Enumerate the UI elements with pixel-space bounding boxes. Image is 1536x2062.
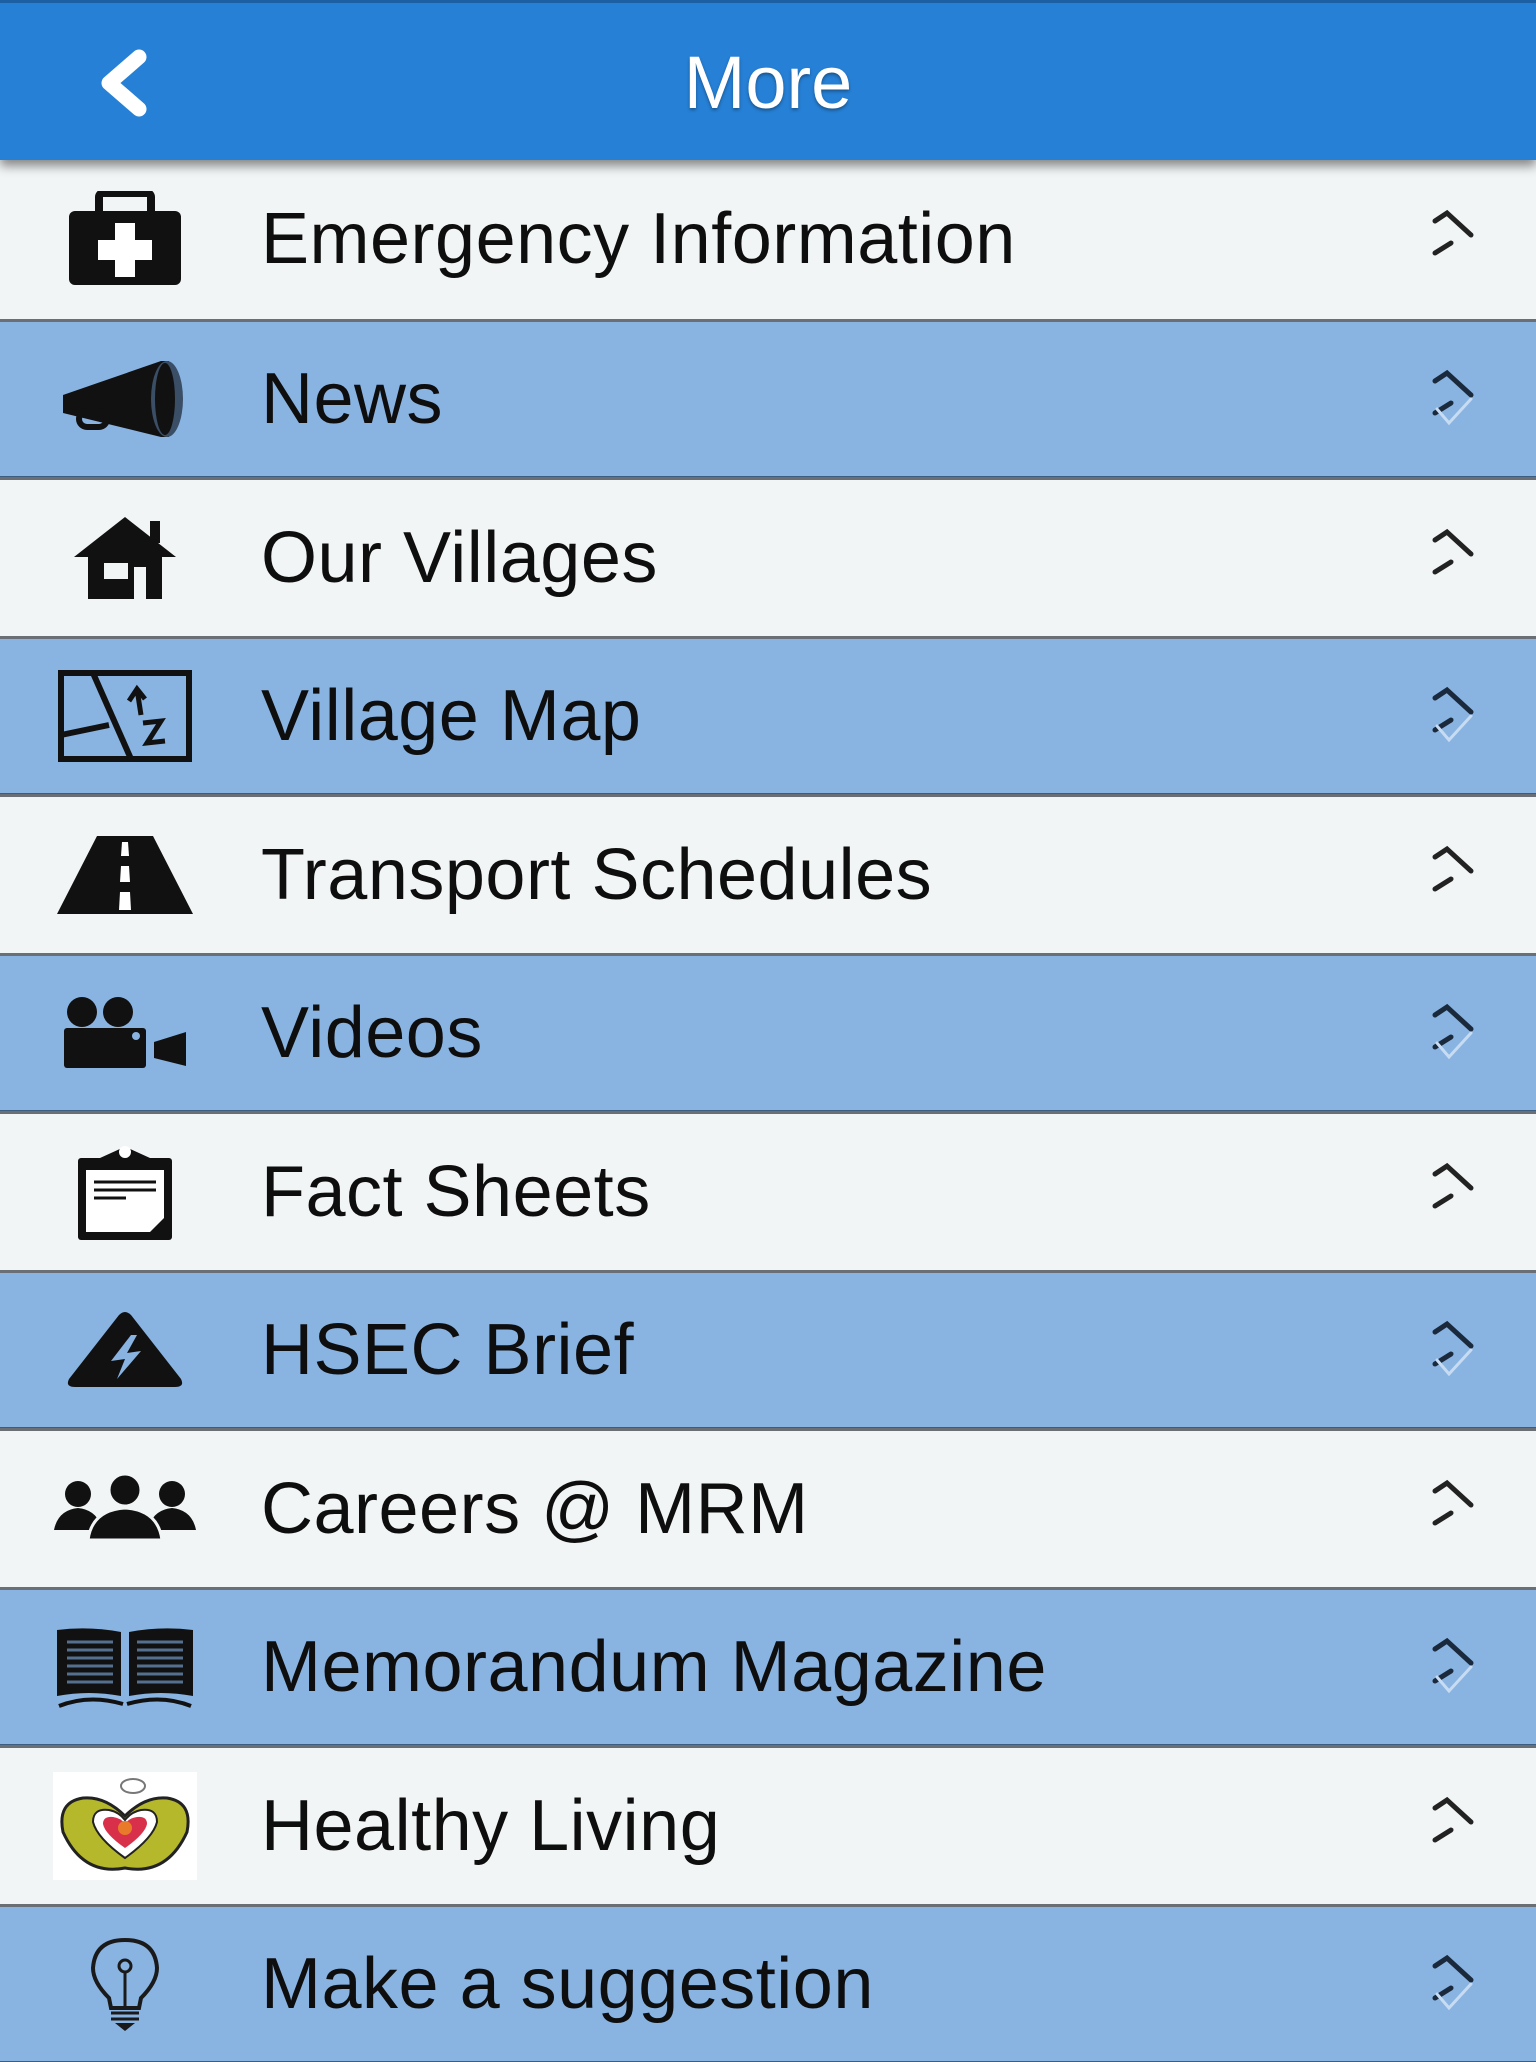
- menu-item-news[interactable]: News: [0, 319, 1536, 478]
- menu-item-label: Emergency Information: [261, 198, 1016, 280]
- menu-item-label: Memorandum Magazine: [261, 1626, 1047, 1708]
- open-book-icon: [50, 1607, 200, 1727]
- chevron-right-icon: [1425, 686, 1481, 746]
- menu-item-make-a-suggestion[interactable]: Make a suggestion: [0, 1904, 1536, 2062]
- menu-list: Emergency Information News: [0, 160, 1536, 2062]
- menu-item-fact-sheets[interactable]: Fact Sheets: [0, 1111, 1536, 1270]
- menu-item-our-villages[interactable]: Our Villages: [0, 477, 1536, 636]
- menu-item-careers[interactable]: Careers @ MRM: [0, 1428, 1536, 1587]
- first-aid-kit-icon: [50, 179, 200, 299]
- chevron-right-icon: [1425, 1954, 1481, 2014]
- menu-item-memorandum-magazine[interactable]: Memorandum Magazine: [0, 1587, 1536, 1746]
- menu-item-village-map[interactable]: Village Map: [0, 636, 1536, 795]
- clipboard-icon: [50, 1132, 200, 1252]
- video-camera-icon: [50, 973, 200, 1093]
- road-icon: [50, 815, 200, 935]
- menu-item-label: Transport Schedules: [261, 834, 932, 916]
- menu-item-emergency-information[interactable]: Emergency Information: [0, 160, 1536, 319]
- chevron-right-icon: [1425, 1796, 1481, 1856]
- menu-item-label: Fact Sheets: [261, 1151, 651, 1233]
- page-title: More: [0, 33, 1536, 133]
- chevron-right-icon: [1425, 1479, 1481, 1539]
- chevron-right-icon: [1425, 528, 1481, 588]
- chevron-right-icon: [1425, 845, 1481, 905]
- house-icon: [50, 498, 200, 618]
- chevron-right-icon: [1425, 1162, 1481, 1222]
- menu-item-hsec-brief[interactable]: HSEC Brief: [0, 1270, 1536, 1429]
- menu-item-label: Village Map: [261, 675, 641, 757]
- menu-item-healthy-living[interactable]: Healthy Living: [0, 1745, 1536, 1904]
- map-icon: [50, 656, 200, 776]
- menu-item-label: Videos: [261, 992, 483, 1074]
- nav-header: More: [0, 0, 1536, 160]
- hazard-warning-icon: [50, 1290, 200, 1410]
- menu-item-label: Healthy Living: [261, 1785, 720, 1867]
- menu-item-label: HSEC Brief: [261, 1309, 634, 1391]
- chevron-right-icon: [1425, 1637, 1481, 1697]
- menu-item-label: Our Villages: [261, 517, 658, 599]
- menu-item-videos[interactable]: Videos: [0, 953, 1536, 1112]
- menu-item-label: Make a suggestion: [261, 1943, 874, 2025]
- people-group-icon: [50, 1449, 200, 1569]
- menu-item-label: Careers @ MRM: [261, 1468, 809, 1550]
- megaphone-icon: [50, 339, 200, 459]
- chevron-right-icon: [1425, 209, 1481, 269]
- menu-item-label: News: [261, 358, 443, 440]
- apple-heart-logo-icon: [50, 1766, 200, 1886]
- lightbulb-icon: [50, 1924, 200, 2044]
- chevron-right-icon: [1425, 1003, 1481, 1063]
- chevron-right-icon: [1425, 1320, 1481, 1380]
- chevron-right-icon: [1425, 369, 1481, 429]
- menu-item-transport-schedules[interactable]: Transport Schedules: [0, 794, 1536, 953]
